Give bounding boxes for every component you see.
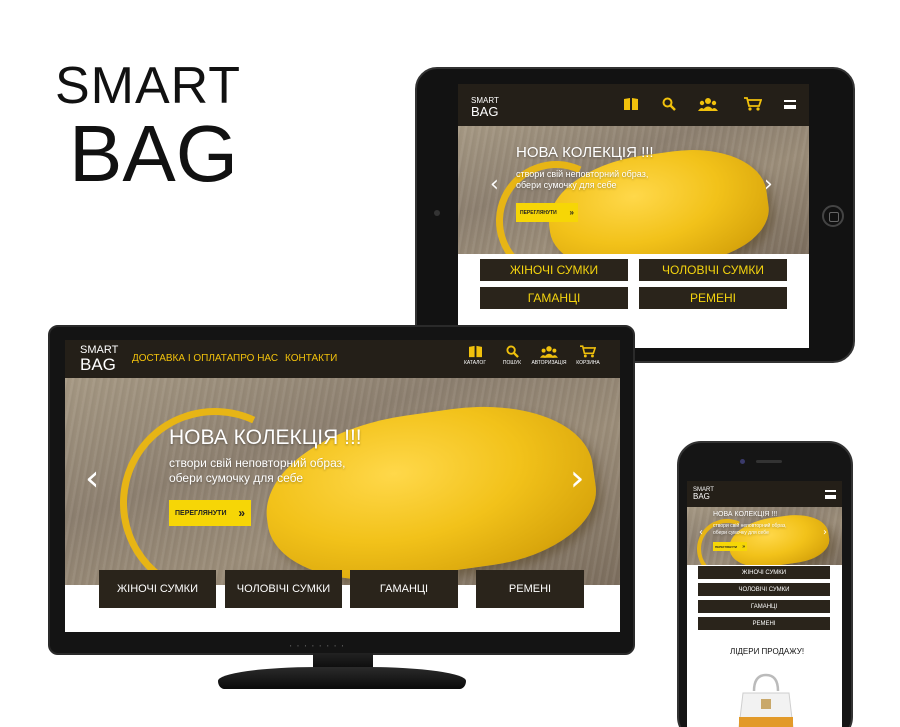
yellow-bag-image [726, 510, 832, 565]
phone-camera [740, 459, 745, 464]
nav-delivery[interactable]: ДОСТАВКА І ОПЛАТА [132, 353, 233, 364]
tablet-hero-slider: НОВА КОЛЕКЦІЯ !!! створи свій неповторни… [458, 126, 809, 254]
yellow-bag-image [255, 390, 605, 585]
category-women-bags[interactable]: ЖІНОЧІ СУМКИ [480, 259, 628, 281]
double-chevron-right-icon: » [238, 506, 245, 520]
tablet-screen: SMART BAG НОВА КОЛЕКЦІЯ !!! створи свій … [458, 84, 809, 348]
view-button[interactable]: ПЕРЕГЛЯНУТИ » [516, 203, 578, 222]
cart-icon[interactable] [744, 97, 762, 111]
tablet-home-button[interactable] [822, 205, 844, 227]
monitor-hero-slider: НОВА КОЛЕКЦІЯ !!! створи свій неповторни… [65, 378, 620, 585]
category-belts[interactable]: РЕМЕНІ [698, 617, 830, 630]
view-button[interactable]: ПЕРЕГЛЯНУТИ » [169, 500, 251, 526]
prev-slide-arrow[interactable]: ‹ [85, 458, 99, 499]
category-belts[interactable]: РЕМЕНІ [476, 570, 584, 608]
users-icon [540, 346, 558, 358]
category-belts[interactable]: РЕМЕНІ [639, 287, 787, 309]
hero-title: НОВА КОЛЕКЦІЯ !!! [169, 426, 362, 449]
double-chevron-right-icon: » [742, 543, 745, 550]
bestsellers-heading: ЛІДЕРИ ПРОДАЖУ! [730, 647, 805, 656]
phone-screen: SMART BAG НОВА КОЛЕКЦІЯ !!! створи свій … [687, 481, 842, 727]
category-men-bags[interactable]: ЧОЛОВІЧІ СУМКИ [698, 583, 830, 596]
category-wallets[interactable]: ГАМАНЦІ [350, 570, 458, 608]
users-icon[interactable] [698, 97, 718, 111]
hero-subtitle-line2: обери сумочку для себе [713, 530, 769, 536]
next-slide-arrow[interactable]: › [570, 458, 584, 499]
phone-speaker [756, 460, 782, 463]
phone-hero-slider: НОВА КОЛЕКЦІЯ !!! створи свій неповторни… [687, 507, 842, 565]
next-slide-arrow[interactable]: › [764, 172, 773, 197]
monitor-brand[interactable]: SMART BAG [80, 345, 118, 374]
category-women-bags[interactable]: ЖІНОЧІ СУМКИ [698, 566, 830, 579]
hero-subtitle-line1: створи свій неповторний образ, [713, 523, 787, 529]
phone-brand[interactable]: SMART BAG [693, 487, 714, 501]
catalog-icon [468, 345, 482, 358]
tablet-header: SMART BAG [458, 84, 809, 126]
prev-slide-arrow[interactable]: ‹ [699, 527, 703, 538]
hero-title: НОВА КОЛЕКЦІЯ !!! [516, 144, 654, 161]
catalog-nav[interactable]: КАТАЛОГ [461, 345, 489, 366]
nav-about[interactable]: ПРО НАС [233, 353, 278, 364]
monitor-stand-base [218, 667, 466, 689]
hero-subtitle-line1: створи свій неповторний образ, [169, 456, 346, 470]
logo-line-bag: BAG [69, 109, 238, 198]
next-slide-arrow[interactable]: › [823, 527, 827, 538]
tablet-brand[interactable]: SMART BAG [471, 97, 499, 119]
smart-bag-logo: SMART BAG [55, 58, 241, 194]
menu-hamburger-icon[interactable] [825, 490, 836, 499]
hero-title: НОВА КОЛЕКЦІЯ !!! [713, 511, 778, 518]
view-button[interactable]: ПЕРЕГЛЯНУТИ » [713, 542, 747, 551]
search-icon[interactable] [662, 97, 676, 111]
search-nav[interactable]: ПОШУК [498, 345, 526, 366]
logo-line-smart: SMART [55, 57, 242, 115]
category-women-bags[interactable]: ЖІНОЧІ СУМКИ [99, 570, 216, 608]
catalog-icon[interactable] [623, 97, 639, 111]
auth-nav[interactable]: АВТОРИЗАЦІЯ [531, 345, 567, 366]
prev-slide-arrow[interactable]: ‹ [490, 172, 499, 197]
monitor-header: SMART BAG ДОСТАВКА І ОПЛАТА ПРО НАС КОНТ… [65, 340, 620, 378]
hero-subtitle-line1: створи свій неповторний образ, [516, 169, 649, 179]
monitor-screen: SMART BAG ДОСТАВКА І ОПЛАТА ПРО НАС КОНТ… [65, 340, 620, 632]
category-men-bags[interactable]: ЧОЛОВІЧІ СУМКИ [225, 570, 342, 608]
hero-subtitle-line2: обери сумочку для себе [169, 471, 304, 485]
cart-nav[interactable]: КОРЗИНА [573, 345, 603, 366]
category-wallets[interactable]: ГАМАНЦІ [480, 287, 628, 309]
phone-header: SMART BAG [687, 481, 842, 507]
monitor-buttons: ▪▪▪▪▪▪▪▪ [290, 643, 350, 648]
nav-contacts[interactable]: КОНТАКТИ [285, 353, 337, 364]
search-icon [505, 345, 519, 358]
double-chevron-right-icon: » [569, 208, 574, 217]
category-men-bags[interactable]: ЧОЛОВІЧІ СУМКИ [639, 259, 787, 281]
white-bag-product-image[interactable] [737, 671, 795, 727]
tablet-camera [434, 210, 440, 216]
category-wallets[interactable]: ГАМАНЦІ [698, 600, 830, 613]
showcase-stage: SMART BAG SMART BAG НОВА КОЛЕКЦІЯ !!! ст… [0, 0, 900, 727]
cart-icon [580, 345, 596, 358]
hero-subtitle-line2: обери сумочку для себе [516, 180, 617, 190]
menu-hamburger-icon[interactable] [784, 100, 796, 109]
